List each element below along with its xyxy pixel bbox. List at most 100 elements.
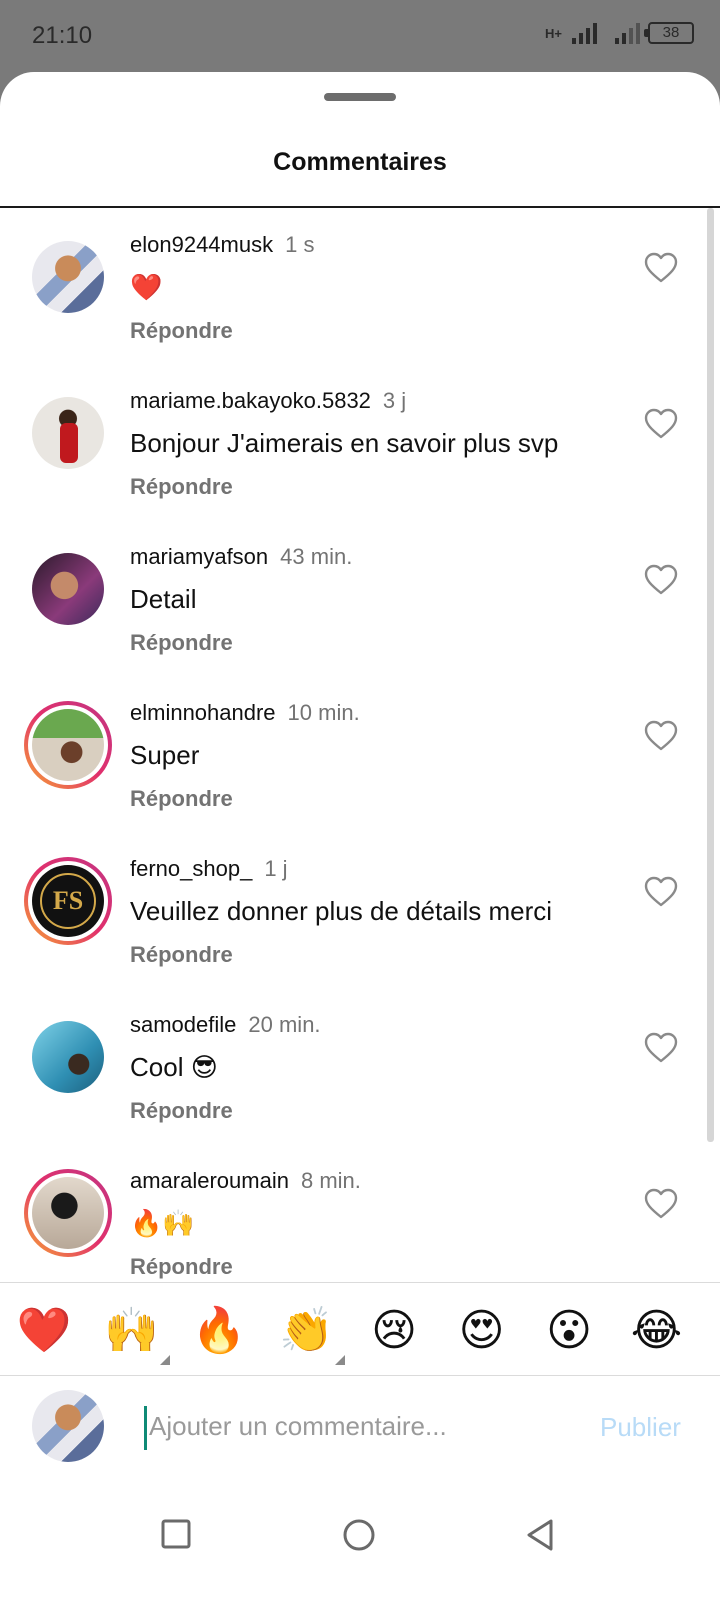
emoji-clap-button[interactable]: 👏 xyxy=(279,1303,345,1365)
heart-icon[interactable] xyxy=(644,408,678,440)
comment-time: 10 min. xyxy=(287,700,360,725)
comment-username[interactable]: mariamyafson xyxy=(130,544,268,569)
commenter-avatar[interactable] xyxy=(24,1169,112,1257)
comment-meta: elon9244musk 1 s xyxy=(130,232,314,258)
emoji-raised-hands-button[interactable]: 🙌 xyxy=(104,1303,170,1365)
emoji-glyph: 😂 xyxy=(630,1306,683,1355)
comment-username[interactable]: amaraleroumain xyxy=(130,1168,289,1193)
avatar-image xyxy=(32,1021,104,1093)
avatar-image xyxy=(32,709,104,781)
skin-tone-indicator-icon xyxy=(334,1355,345,1365)
emoji-surprised-button[interactable]: 😮 xyxy=(541,1303,597,1359)
battery-icon: 38 xyxy=(644,22,694,44)
heart-icon[interactable] xyxy=(644,1032,678,1064)
comment-username[interactable]: mariame.bakayoko.5832 xyxy=(130,388,371,413)
home-icon[interactable] xyxy=(342,1518,376,1552)
heart-icon[interactable] xyxy=(644,252,678,284)
avatar-image xyxy=(32,1390,104,1462)
comment-text: Super xyxy=(130,740,200,770)
comment-item[interactable]: elon9244musk 1 s ❤️ Répondre xyxy=(0,208,720,368)
avatar-image: FS xyxy=(32,865,104,937)
drag-handle[interactable] xyxy=(324,93,396,101)
signal-2-icon xyxy=(615,22,640,44)
heart-icon[interactable] xyxy=(644,876,678,908)
avatar-logo-text: FS xyxy=(40,873,96,929)
emoji-glyph: 😮 xyxy=(546,1306,592,1355)
avatar-image xyxy=(32,1177,104,1249)
commenter-avatar[interactable] xyxy=(24,701,112,789)
current-user-avatar xyxy=(32,1390,104,1462)
reply-button[interactable]: Répondre xyxy=(130,474,233,500)
comment-item[interactable]: elminnohandre 10 min. Super Répondre xyxy=(0,676,720,836)
emoji-glyph: 😢 xyxy=(371,1306,417,1355)
heart-icon[interactable] xyxy=(644,564,678,596)
comment-time: 1 j xyxy=(264,856,288,881)
system-nav-bar xyxy=(0,1480,720,1612)
status-bar: 21:10 H+ 38 xyxy=(0,0,720,72)
signal-icon xyxy=(572,22,597,44)
comments-sheet: Commentaires elon9244musk 1 s ❤️ Répondre… xyxy=(0,72,720,1612)
reply-button[interactable]: Répondre xyxy=(130,1098,233,1124)
comment-text: 🔥🙌 xyxy=(130,1208,195,1238)
comment-meta: mariame.bakayoko.5832 3 j xyxy=(130,388,406,414)
comment-time: 8 min. xyxy=(300,1168,361,1193)
comment-meta: ferno_shop_ 1 j xyxy=(130,856,288,882)
reply-button[interactable]: Répondre xyxy=(130,1254,233,1280)
avatar-image xyxy=(32,553,104,625)
comment-meta: samodefile 20 min. xyxy=(130,1012,321,1038)
comment-item[interactable]: mariamyafson 43 min. Detail Répondre xyxy=(0,520,720,680)
comment-meta: elminnohandre 10 min. xyxy=(130,700,360,726)
emoji-heart-eyes-button[interactable]: 😍 xyxy=(454,1303,510,1359)
comment-meta: amaraleroumain 8 min. xyxy=(130,1168,361,1194)
heart-icon[interactable] xyxy=(644,720,678,752)
emoji-heart-button[interactable]: ❤️ xyxy=(16,1303,72,1359)
emoji-glyph: ❤️ xyxy=(16,1306,72,1355)
network-type-label: H+ xyxy=(545,25,562,41)
commenter-avatar[interactable] xyxy=(32,1021,104,1093)
comment-input-row: Ajouter un commentaire... Publier xyxy=(0,1376,720,1480)
emoji-glyph: 👏 xyxy=(279,1306,334,1355)
comment-meta: mariamyafson 43 min. xyxy=(130,544,352,570)
back-icon[interactable] xyxy=(524,1518,556,1552)
status-time: 21:10 xyxy=(32,22,93,49)
comment-username[interactable]: elminnohandre xyxy=(130,700,276,725)
comment-input[interactable]: Ajouter un commentaire... xyxy=(144,1406,574,1450)
emoji-fire-button[interactable]: 🔥 xyxy=(191,1303,247,1359)
reply-button[interactable]: Répondre xyxy=(130,318,233,344)
reply-button[interactable]: Répondre xyxy=(130,786,233,812)
status-icons: H+ 38 xyxy=(545,22,694,44)
comment-time: 1 s xyxy=(285,232,315,257)
comment-time: 43 min. xyxy=(280,544,353,569)
recents-icon[interactable] xyxy=(160,1518,192,1550)
comment-item[interactable]: amaraleroumain 8 min. 🔥🙌 Répondre xyxy=(0,1144,720,1282)
comment-item[interactable]: mariame.bakayoko.5832 3 j Bonjour J'aimer… xyxy=(0,364,720,524)
comment-text: Bonjour J'aimerais en savoir plus svp xyxy=(130,428,559,458)
commenter-avatar[interactable] xyxy=(32,553,104,625)
emoji-crying-button[interactable]: 😢 xyxy=(366,1303,422,1359)
comment-time: 3 j xyxy=(382,388,407,413)
comment-item[interactable]: samodefile 20 min. Cool 😎 Répondre xyxy=(0,988,720,1148)
comment-username[interactable]: samodefile xyxy=(130,1012,236,1037)
comment-username[interactable]: ferno_shop_ xyxy=(130,856,252,881)
commenter-avatar[interactable]: FS xyxy=(24,857,112,945)
emoji-glyph: 🙌 xyxy=(104,1306,159,1355)
publish-button[interactable]: Publier xyxy=(600,1412,681,1443)
reply-button[interactable]: Répondre xyxy=(130,630,233,656)
reply-button[interactable]: Répondre xyxy=(130,942,233,968)
heart-icon[interactable] xyxy=(644,1188,678,1220)
scrollbar[interactable] xyxy=(707,208,714,1142)
emoji-reaction-bar: ❤️ 🙌 🔥 👏 😢 😍 😮 😂 xyxy=(0,1282,720,1376)
comment-time: 20 min. xyxy=(248,1012,321,1037)
comment-text: ❤️ xyxy=(130,272,163,302)
comment-text: Cool 😎 xyxy=(130,1052,218,1082)
comments-list[interactable]: elon9244musk 1 s ❤️ Répondre mariame.baka… xyxy=(0,208,720,1282)
commenter-avatar[interactable] xyxy=(32,241,104,313)
emoji-laughing-button[interactable]: 😂 xyxy=(629,1303,685,1359)
emoji-glyph: 🔥 xyxy=(191,1306,247,1355)
commenter-avatar[interactable] xyxy=(32,397,104,469)
sheet-title: Commentaires xyxy=(273,148,447,176)
emoji-glyph: 😍 xyxy=(458,1306,505,1355)
avatar-image xyxy=(32,241,104,313)
comment-item[interactable]: FS ferno_shop_ 1 j Veuillez donner plus d… xyxy=(0,832,720,992)
comment-username[interactable]: elon9244musk xyxy=(130,232,273,257)
